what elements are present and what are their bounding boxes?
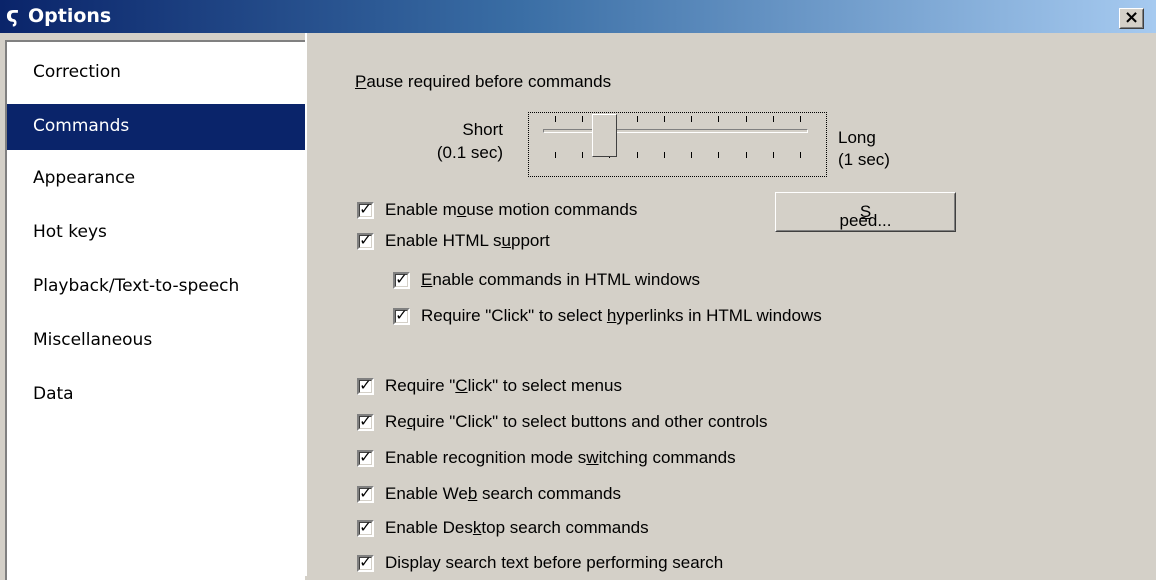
sidebar-item-label: Data (33, 384, 74, 404)
slider-tick (746, 116, 747, 122)
sidebar-item-label: Commands (33, 116, 130, 136)
option-label[interactable]: Enable commands in HTML windows (421, 270, 700, 290)
option-label[interactable]: Enable Web search commands (385, 484, 621, 504)
slider-tick (582, 152, 583, 158)
sidebar-item-label: Miscellaneous (33, 330, 153, 350)
short-value: (0.1 sec) (436, 143, 503, 162)
option-checkbox[interactable]: ✓ (357, 448, 374, 467)
option-checkbox[interactable]: ✓ (393, 306, 410, 325)
slider-tick (718, 116, 719, 122)
long-value: (1 sec) (838, 150, 890, 169)
slider-tick (773, 116, 774, 122)
slider-tick (800, 152, 801, 158)
slider-tick (637, 116, 638, 122)
slider-tick (637, 152, 638, 158)
slider-tick (718, 152, 719, 158)
sidebar-item-appearance[interactable]: Appearance (7, 156, 305, 202)
option-label[interactable]: Enable HTML support (385, 231, 550, 251)
category-list: Correction Commands Appearance Hot keys … (5, 40, 305, 580)
check-icon: ✓ (359, 518, 372, 536)
close-icon: × (1123, 7, 1140, 28)
slider-tick (691, 152, 692, 158)
sidebar-item-hot-keys[interactable]: Hot keys (7, 210, 305, 256)
slider-tick (800, 116, 801, 122)
sidebar-item-correction[interactable]: Correction (7, 50, 305, 96)
option-checkbox[interactable]: ✓ (357, 484, 374, 503)
check-icon: ✓ (395, 270, 408, 288)
option-checkbox[interactable]: ✓ (357, 231, 374, 250)
slider-tick (691, 116, 692, 122)
pause-slider-track[interactable] (543, 129, 808, 133)
speed-button-label: Speed... (839, 202, 892, 230)
check-icon: ✓ (359, 376, 372, 394)
slider-tick (555, 152, 556, 158)
option-label[interactable]: Display search text before performing se… (385, 553, 723, 573)
option-label[interactable]: Require "Click" to select buttons and ot… (385, 412, 768, 432)
title-bar: ϛ Options × (0, 0, 1156, 33)
sidebar-item-label: Hot keys (33, 222, 107, 242)
window-title: Options (28, 5, 112, 27)
speed-button[interactable]: Speed... (775, 192, 956, 232)
option-checkbox[interactable]: ✓ (357, 553, 374, 572)
slider-tick (773, 152, 774, 158)
sidebar-item-label: Appearance (33, 168, 136, 188)
option-label[interactable]: Enable Desktop search commands (385, 518, 649, 538)
app-logo-icon: ϛ (6, 3, 20, 28)
sidebar-item-label: Correction (33, 62, 121, 82)
close-button[interactable]: × (1119, 8, 1144, 29)
sidebar-item-commands[interactable]: Commands (7, 104, 305, 150)
option-checkbox[interactable]: ✓ (357, 376, 374, 395)
option-checkbox[interactable]: ✓ (357, 200, 374, 219)
option-label[interactable]: Enable recognition mode switching comman… (385, 448, 736, 468)
slider-tick (555, 116, 556, 122)
slider-tick (746, 152, 747, 158)
sidebar-item-data[interactable]: Data (7, 372, 305, 418)
check-icon: ✓ (359, 484, 372, 502)
option-label[interactable]: Require "Click" to select menus (385, 376, 622, 396)
option-label[interactable]: Require "Click" to select hyperlinks in … (421, 306, 822, 326)
slider-tick (582, 116, 583, 122)
slider-tick (664, 116, 665, 122)
check-icon: ✓ (359, 553, 372, 571)
option-checkbox[interactable]: ✓ (357, 518, 374, 537)
pause-slider-focus-box (528, 112, 827, 177)
sidebar-item-label: Playback/Text-to-speech (33, 276, 240, 296)
check-icon: ✓ (359, 412, 372, 430)
short-label: Short (462, 120, 503, 139)
pause-title: Pause required before commands (355, 72, 612, 91)
panel-divider (305, 33, 307, 576)
check-icon: ✓ (359, 200, 372, 218)
check-icon: ✓ (359, 448, 372, 466)
long-label: Long (838, 128, 876, 147)
pause-slider-thumb[interactable] (592, 114, 617, 157)
sidebar-item-miscellaneous[interactable]: Miscellaneous (7, 318, 305, 364)
option-checkbox[interactable]: ✓ (393, 270, 410, 289)
option-label[interactable]: Enable mouse motion commands (385, 200, 637, 220)
sidebar-item-playback[interactable]: Playback/Text-to-speech (7, 264, 305, 310)
check-icon: ✓ (395, 306, 408, 324)
slider-tick (664, 152, 665, 158)
check-icon: ✓ (359, 231, 372, 249)
option-checkbox[interactable]: ✓ (357, 412, 374, 431)
